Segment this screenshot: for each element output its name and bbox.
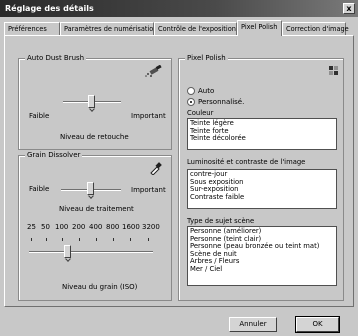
pixel-polish-group: Pixel Polish Auto Personnalisé. Couleur … <box>178 54 344 301</box>
pixel-polish-title: Pixel Polish <box>185 54 228 62</box>
subject-header: Type de sujet scène <box>187 217 255 225</box>
dust-high-label: Important <box>131 112 166 120</box>
iso-tick <box>113 238 114 241</box>
tab-exposure-control[interactable]: Contrôle de l'exposition <box>154 22 237 35</box>
iso-tick <box>96 238 97 241</box>
iso-tick-label: 200 <box>72 223 86 231</box>
dust-level-slider[interactable] <box>88 95 95 108</box>
iso-tick <box>46 238 47 241</box>
grain-level-slider[interactable] <box>87 182 94 195</box>
subject-listbox[interactable]: Personne (améliorer) Personne (teint cla… <box>187 226 337 286</box>
title-bar: Réglage des détails x <box>0 0 358 17</box>
list-item[interactable]: Mer / Ciel <box>190 265 334 274</box>
dust-brush-title: Auto Dust Brush <box>25 54 87 62</box>
color-listbox[interactable]: Teinte légère Teinte forte Teinte décolo… <box>187 118 337 150</box>
iso-tick <box>62 238 63 241</box>
custom-radio[interactable] <box>187 98 195 106</box>
cancel-button[interactable]: Annuler <box>229 317 277 332</box>
iso-tick <box>148 238 149 241</box>
close-button[interactable]: x <box>343 3 355 14</box>
tab-pixel-polish[interactable]: Pixel Polish <box>237 20 282 36</box>
auto-label: Auto <box>198 87 215 95</box>
tab-scan-settings[interactable]: Paramètres de numérisation <box>60 22 158 35</box>
iso-tick-label: 50 <box>41 223 50 231</box>
brush-dust-icon <box>145 65 162 77</box>
list-item[interactable]: Teinte décolorée <box>190 135 334 143</box>
color-header: Couleur <box>187 109 214 117</box>
tab-image-correction[interactable]: Correction d'image <box>282 22 349 35</box>
ok-button[interactable]: OK <box>295 316 340 333</box>
iso-tick-label: 3200 <box>142 223 160 231</box>
iso-tick-label: 800 <box>106 223 120 231</box>
tab-preferences[interactable]: Préférences <box>4 22 60 35</box>
list-item[interactable]: Contraste faible <box>190 193 334 202</box>
iso-slider[interactable] <box>64 245 71 258</box>
iso-tick-label: 100 <box>55 223 69 231</box>
grid-icon <box>329 66 338 75</box>
iso-caption: Niveau du grain (ISO) <box>62 283 138 291</box>
iso-track[interactable] <box>29 251 153 253</box>
iso-tick <box>130 238 131 241</box>
light-header: Luminosité et contraste de l'image <box>187 158 306 166</box>
grain-dissolver-group: Grain Dissolver Faible Important Niveau … <box>18 151 172 301</box>
dust-brush-group: Auto Dust Brush Faible Important Niveau … <box>18 54 172 150</box>
dust-low-label: Faible <box>29 112 50 120</box>
iso-tick-label: 400 <box>89 223 103 231</box>
window-title: Réglage des détails <box>5 4 94 13</box>
iso-tick-label: 25 <box>27 223 36 231</box>
auto-radio[interactable] <box>187 87 195 95</box>
light-listbox[interactable]: contre-jour Sous exposition Sur-expositi… <box>187 169 337 209</box>
grain-dissolver-title: Grain Dissolver <box>25 151 83 159</box>
grain-low-label: Faible <box>29 185 50 193</box>
grain-caption: Niveau de traitement <box>59 205 134 213</box>
iso-tick <box>31 238 32 241</box>
dust-caption: Niveau de retouche <box>60 133 129 141</box>
grain-high-label: Important <box>131 186 166 194</box>
iso-tick <box>79 238 80 241</box>
dropper-icon <box>150 162 162 175</box>
custom-label: Personnalisé. <box>198 98 245 106</box>
iso-tick-label: 1600 <box>122 223 140 231</box>
